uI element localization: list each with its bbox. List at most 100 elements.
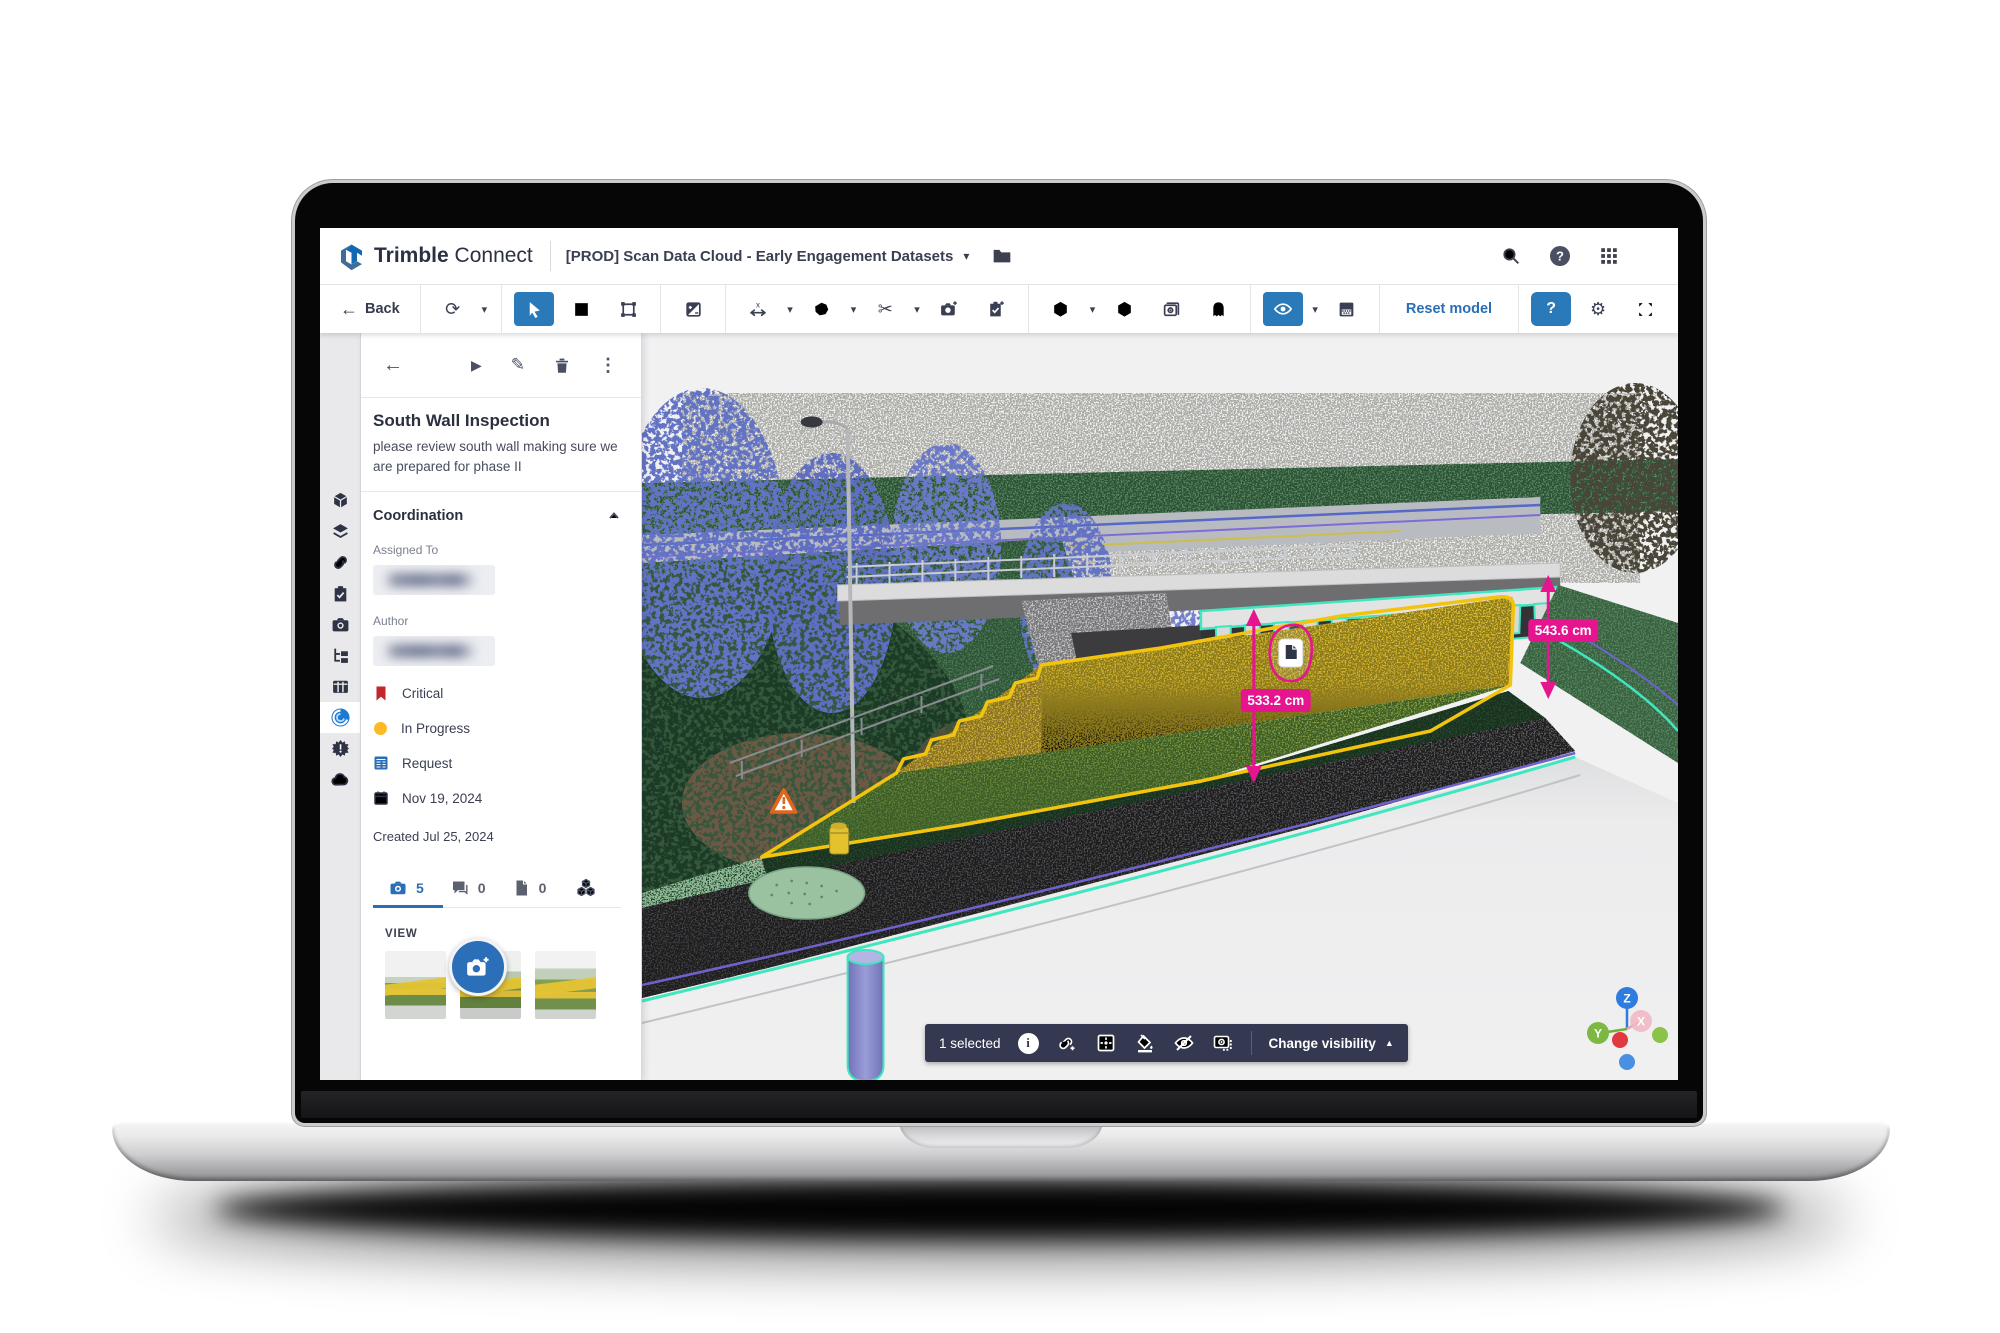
image-overlay-button[interactable] [1151,292,1191,326]
todo-title: South Wall Inspection [373,411,621,431]
assigned-to-value-redacted[interactable] [373,565,495,595]
brand-name: Trimble Connect [374,244,533,268]
orbit-dropdown-caret[interactable]: ▾ [480,303,490,316]
tab-snapshots[interactable]: 5 [389,879,424,897]
bcf-cubes-icon[interactable] [575,878,597,898]
model-viewport[interactable]: 533.2 cm 543.6 cm 1 selected [642,333,1678,1080]
comments-tab-icon [451,879,469,897]
model-display-caret[interactable]: ▾ [1088,303,1098,316]
tab-comments[interactable]: 0 [451,879,486,897]
ground-plane-button[interactable] [1327,292,1367,326]
eye-icon [1273,299,1293,319]
clip-tool-button[interactable]: ✂ [865,292,905,326]
svg-text:?: ? [1556,249,1564,264]
snapshot-thumbnail[interactable] [385,951,446,1019]
fullscreen-button[interactable] [1625,292,1665,326]
play-view-icon[interactable]: ▶ [471,357,482,374]
gizmo-neg-z-ball[interactable] [1619,1054,1635,1070]
hide-selection-icon[interactable] [1173,1032,1195,1054]
help-button[interactable]: ? [1531,292,1571,326]
panel-back-icon[interactable]: ← [383,354,403,377]
paint-color-icon[interactable] [1134,1032,1156,1054]
rail-links-item[interactable] [320,547,360,578]
change-visibility-button[interactable]: Change visibility [1269,1036,1376,1051]
apps-grid-icon[interactable] [1598,245,1620,267]
clip-dropdown-caret[interactable]: ▾ [912,303,922,316]
selection-bar-divider [1251,1031,1252,1055]
navigation-gizmo[interactable]: Z Y X [1579,981,1678,1073]
tab-documents[interactable]: 0 [513,879,547,897]
gizmo-neg-y-ball[interactable] [1652,1027,1668,1043]
rail-layers-item[interactable] [320,516,360,547]
add-link-icon[interactable] [1056,1032,1078,1054]
panel-action-group: ▶ ✎ ⋮ [471,355,617,376]
rail-sync-item[interactable] [320,764,360,795]
rail-scans-item-active[interactable] [320,702,360,733]
marquee-select-button[interactable] [561,292,601,326]
reset-model-button[interactable]: Reset model [1392,301,1506,317]
brand-logo[interactable]: Trimble Connect [338,243,533,270]
select-tool-button[interactable] [514,292,554,326]
project-selector[interactable]: [PROD] Scan Data Cloud - Early Engagemen… [566,248,970,265]
gizmo-neg-x-ball[interactable] [1612,1032,1628,1048]
feature-rail [320,333,361,1080]
rail-hierarchy-item[interactable] [320,640,360,671]
orbit-tool-button[interactable]: ⟳ [433,292,473,326]
point-cloud-scene: 533.2 cm 543.6 cm [642,333,1678,1080]
trimble-logo-icon [338,243,365,270]
cube-solid-icon [331,491,350,510]
search-icon[interactable] [1500,245,1522,267]
measure-dropdown-caret[interactable]: ▾ [785,303,795,316]
adjust-view-button[interactable] [673,292,713,326]
status-row[interactable]: In Progress [373,721,621,736]
viewer-toolbar: ← Back ⟳ ▾ [320,285,1678,333]
status-dot-icon [374,722,387,735]
settings-button[interactable]: ⚙ [1578,292,1618,326]
add-todo-button[interactable] [976,292,1016,326]
coordination-title: Coordination [373,508,463,524]
edit-pencil-icon[interactable]: ✎ [511,355,525,375]
rail-models-item[interactable] [320,485,360,516]
rail-views-item[interactable] [320,609,360,640]
type-row[interactable]: Request [373,755,621,771]
markup-pin[interactable] [1270,625,1312,681]
info-icon[interactable]: i [1018,1033,1039,1054]
model-display-button[interactable] [1041,292,1081,326]
coordination-header[interactable]: Coordination [373,508,621,524]
visibility-tool-button[interactable] [1263,292,1303,326]
laptop-base [112,1121,1890,1181]
transform-tool-button[interactable] [608,292,648,326]
delete-trash-icon[interactable] [554,357,570,374]
polygon-select-button[interactable] [802,292,842,326]
zoom-to-selection-icon[interactable] [1095,1032,1117,1054]
camera-plus-icon [939,299,959,319]
snapshot-button[interactable] [929,292,969,326]
rail-table-item[interactable] [320,671,360,702]
folder-icon[interactable] [991,245,1013,267]
trimble-connect-app: Trimble Connect [PROD] Scan Data Cloud -… [320,228,1678,1080]
visibility-states-icon[interactable] [1212,1032,1234,1054]
polygon-icon [812,300,831,319]
author-value-redacted[interactable] [373,636,495,666]
visibility-dropdown-caret[interactable]: ▾ [1310,303,1320,316]
priority-row[interactable]: Critical [373,685,621,702]
polygon-dropdown-caret[interactable]: ▾ [849,303,859,316]
due-date-row[interactable]: Nov 19, 2024 [373,790,621,806]
rail-todos-item[interactable] [320,578,360,609]
ghost-mode-button[interactable] [1198,292,1238,326]
rail-clashes-item[interactable] [320,733,360,764]
kebab-menu-icon[interactable]: ⋮ [599,355,617,376]
measure-tool-button[interactable]: x [738,292,778,326]
app-body: ← ▶ ✎ ⋮ South Wall Inspection please r [320,333,1678,1080]
chevron-up-icon[interactable] [607,509,621,523]
view-section-label: VIEW [385,928,621,940]
due-date-value: Nov 19, 2024 [402,791,482,806]
snapshot-thumbnail[interactable] [535,951,596,1019]
tree-structure-icon [331,646,350,665]
help-icon[interactable]: ? [1549,245,1571,267]
add-snapshot-button[interactable] [449,938,507,996]
panel-actions: ← ▶ ✎ ⋮ [361,333,641,398]
gizmo-z-label: Z [1623,992,1630,1006]
wireframe-button[interactable] [1104,292,1144,326]
back-button[interactable]: ← Back [332,292,408,326]
